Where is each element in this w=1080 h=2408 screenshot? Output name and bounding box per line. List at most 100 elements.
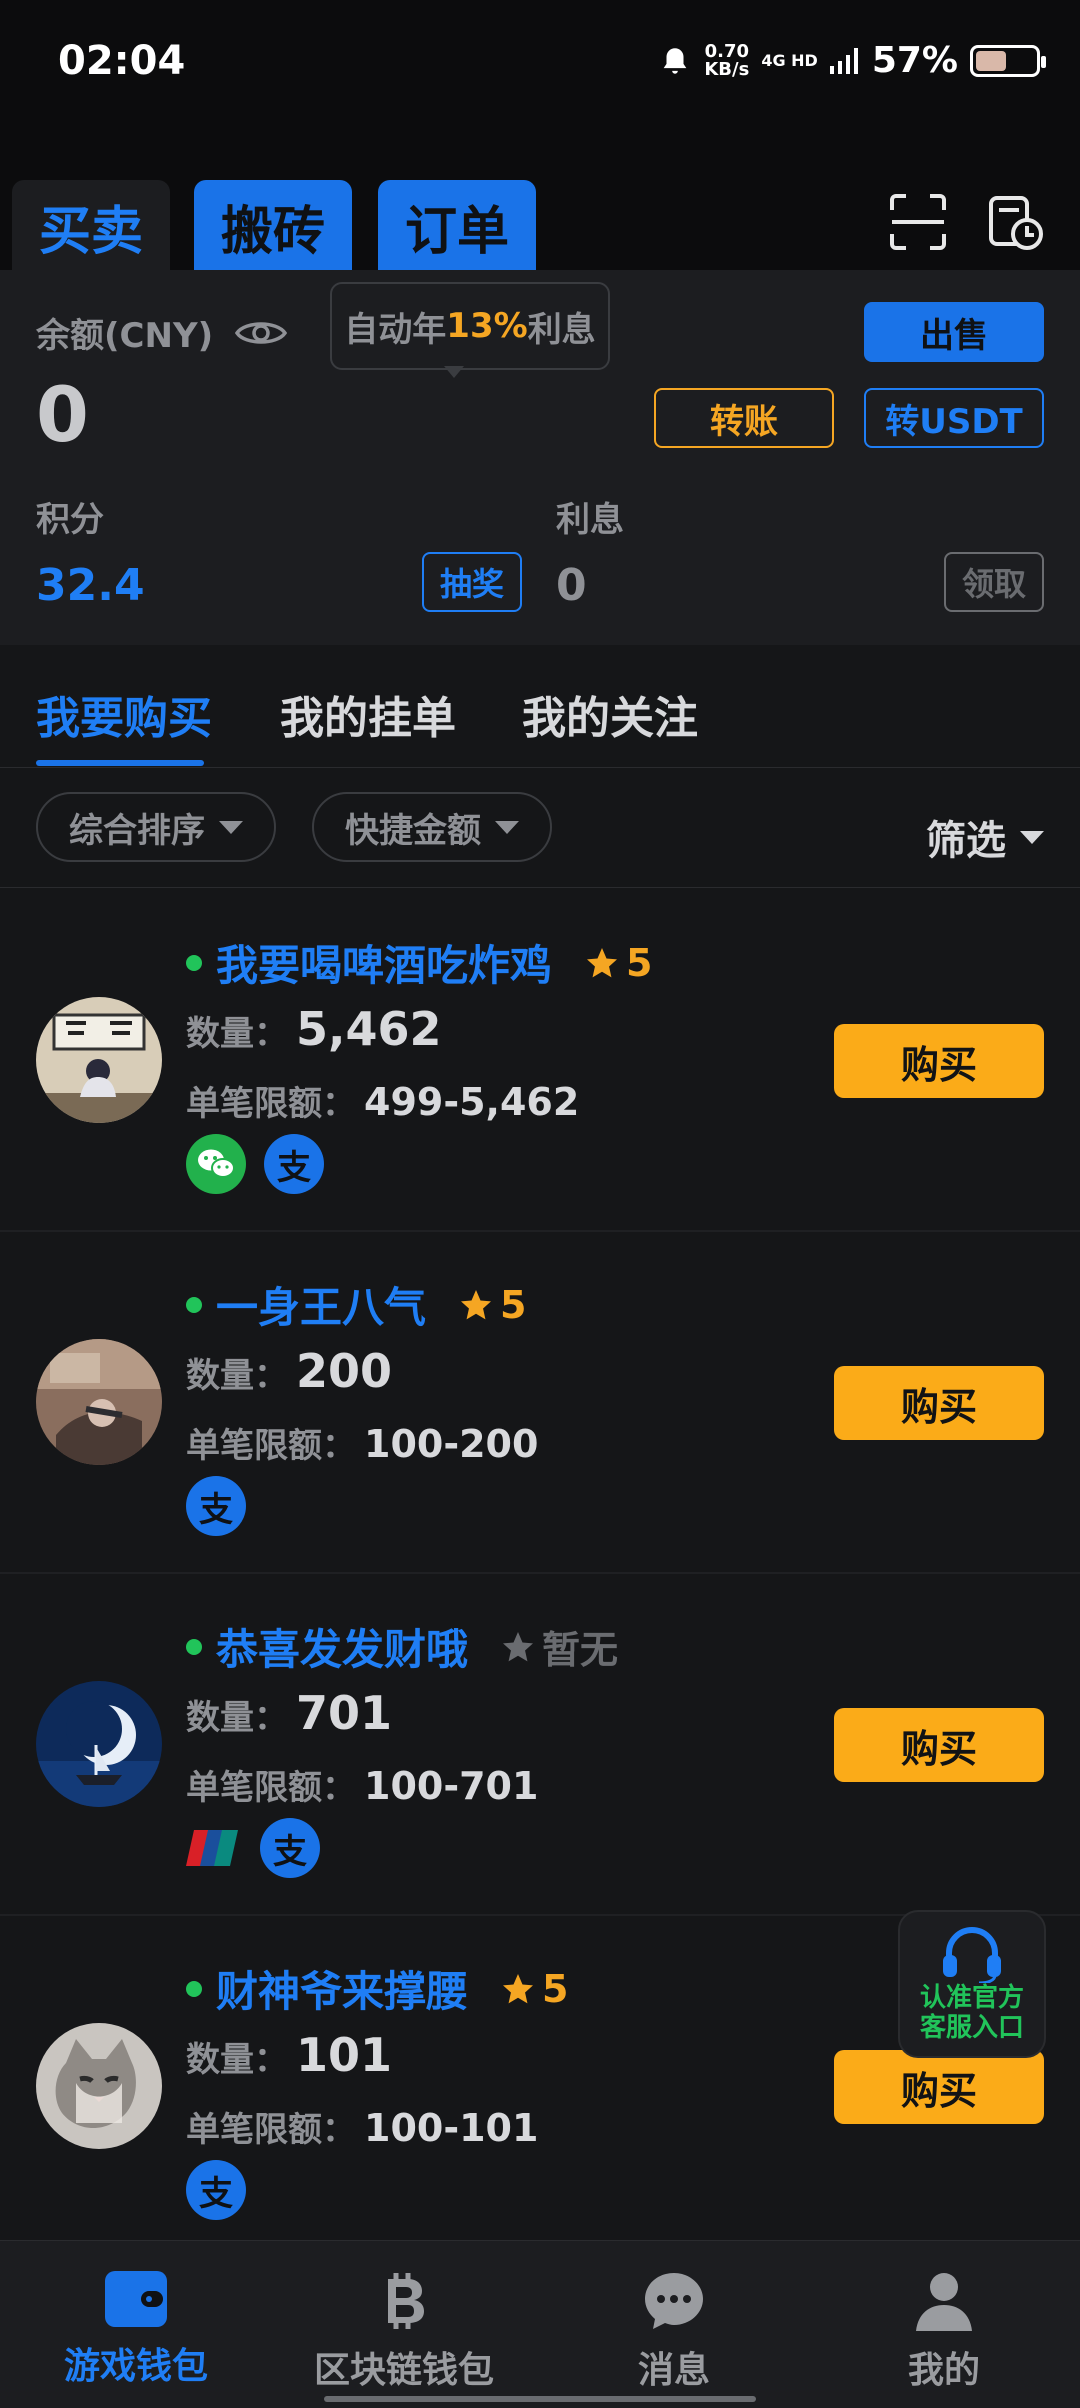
tab-orders[interactable]: 订单	[378, 180, 536, 272]
scan-icon[interactable]	[888, 192, 948, 252]
transfer-button[interactable]: 转账	[654, 388, 834, 448]
battery-fill	[976, 50, 1007, 71]
online-dot	[186, 1980, 202, 1997]
nav-label: 我的	[907, 2350, 980, 2391]
merchant-name[interactable]: 我要喝啤酒吃炸鸡	[216, 932, 552, 993]
nav-profile[interactable]: 我的	[844, 2271, 1044, 2393]
payment-methods: 支	[186, 2160, 246, 2220]
avatar[interactable]	[36, 1681, 162, 1807]
points-label: 积分	[36, 500, 104, 540]
sort-label: 综合排序	[69, 810, 205, 851]
limit-value: 100-701	[364, 1764, 539, 1808]
merchant-info: 一身王八气 5	[186, 1274, 526, 1335]
quantity-label: 数量：	[186, 1698, 288, 1738]
online-dot	[186, 1638, 202, 1655]
filter-bar: 综合排序 快捷金额 筛选	[0, 770, 1080, 888]
interest-label: 利息	[556, 500, 624, 540]
quantity-value: 200	[296, 1344, 393, 1398]
filter-button[interactable]: 筛选	[926, 808, 1044, 866]
interest-tooltip: 自动年 13% 利息	[330, 282, 610, 378]
network-type: 4G HD	[761, 51, 818, 70]
network-speed: 0.70 KB/s	[704, 40, 750, 80]
nav-label: 区块链钱包	[313, 2350, 494, 2391]
battery-percent: 57%	[871, 40, 958, 81]
customer-service-button[interactable]: 认准官方 客服入口	[898, 1910, 1046, 2058]
tab-arbitrage[interactable]: 搬砖	[194, 180, 352, 272]
quick-amount-dropdown[interactable]: 快捷金额	[312, 792, 552, 862]
nav-messages[interactable]: 消息	[574, 2271, 774, 2393]
rating: 5	[584, 941, 652, 985]
speed-value: 0.70	[704, 40, 750, 62]
top-bar: 买卖 搬砖 订单	[0, 120, 1080, 272]
sort-dropdown[interactable]: 综合排序	[36, 792, 276, 862]
sell-button[interactable]: 出售	[864, 302, 1044, 362]
buy-button[interactable]: 购买	[834, 1366, 1044, 1440]
limit-value: 100-200	[364, 1422, 539, 1466]
lottery-button[interactable]: 抽奖	[422, 552, 522, 612]
caret-down-icon	[219, 820, 243, 834]
battery-icon	[970, 44, 1046, 77]
rating-value: 5	[500, 1282, 527, 1327]
avatar[interactable]	[36, 997, 162, 1123]
wechat-pay-icon	[186, 1134, 246, 1194]
filter-label: 筛选	[926, 818, 1006, 864]
merchant-info: 我要喝啤酒吃炸鸡 5	[186, 932, 652, 993]
home-indicator[interactable]	[324, 2396, 756, 2402]
nav-blockchain-wallet[interactable]: 区块链钱包	[304, 2271, 504, 2393]
limit-value: 100-101	[364, 2106, 539, 2150]
rating: 5	[458, 1283, 526, 1327]
limit-value: 499-5,462	[364, 1080, 580, 1124]
bitcoin-icon	[388, 2273, 424, 2329]
tooltip-rate: 13%	[446, 306, 528, 346]
tab-buy[interactable]: 我要购买	[36, 682, 212, 746]
transfer-usdt-button[interactable]: 转USDT	[864, 388, 1044, 448]
online-dot	[186, 1296, 202, 1313]
star-icon	[461, 1289, 492, 1319]
list-item: 一身王八气 5 数量： 200 单笔限额： 100-200 支 购买	[0, 1232, 1080, 1574]
quantity-row: 数量： 5,462	[186, 1002, 442, 1056]
limit-row: 单笔限额： 499-5,462	[186, 1076, 579, 1125]
rating-value: 暂无	[542, 1628, 619, 1672]
limit-label: 单笔限额：	[186, 1426, 356, 1466]
avatar[interactable]	[36, 1339, 162, 1465]
alipay-icon: 支	[186, 1476, 246, 1536]
alarm-icon	[664, 47, 687, 74]
tab-my-listings[interactable]: 我的挂单	[280, 682, 456, 746]
merchant-name[interactable]: 恭喜发发财哦	[216, 1616, 468, 1677]
list-item: 恭喜发发财哦 暂无 数量： 701 单笔限额： 100-701 支 购买	[0, 1574, 1080, 1916]
chat-icon	[645, 2273, 703, 2329]
wallet-icon	[105, 2271, 167, 2327]
alipay-icon: 支	[260, 1818, 320, 1878]
buy-button[interactable]: 购买	[834, 2050, 1044, 2124]
merchant-name[interactable]: 一身王八气	[216, 1274, 426, 1335]
buy-button[interactable]: 购买	[834, 1024, 1044, 1098]
avatar[interactable]	[36, 2023, 162, 2149]
nav-game-wallet[interactable]: 游戏钱包	[36, 2271, 236, 2389]
claim-button[interactable]: 领取	[944, 552, 1044, 612]
tab-trade[interactable]: 买卖	[12, 180, 170, 272]
unionpay-icon	[186, 1828, 242, 1868]
limit-label: 单笔限额：	[186, 1768, 356, 1808]
quantity-row: 数量： 701	[186, 1686, 392, 1740]
points-value: 32.4	[36, 560, 145, 611]
speed-unit: KB/s	[704, 58, 750, 80]
status-time: 02:04	[58, 38, 186, 84]
star-icon	[587, 947, 618, 977]
tooltip-prefix: 自动年	[344, 309, 447, 350]
order-history-icon[interactable]	[985, 192, 1045, 252]
caret-down-icon	[1020, 830, 1044, 844]
rating: 5	[500, 1967, 568, 2011]
status-icons: 0.70 KB/s 4G HD 57%	[658, 40, 1046, 81]
balance-value: 0	[36, 370, 89, 459]
balance-card: 余额(CNY) 自动年 13% 利息 0 出售 转账 转USDT 积分 利息 32.…	[0, 270, 1080, 645]
status-bar: 02:04 0.70 KB/s 4G HD 57%	[0, 0, 1080, 120]
limit-row: 单笔限额： 100-101	[186, 2102, 538, 2151]
eye-icon[interactable]	[235, 317, 288, 349]
service-label: 认准官方 客服入口	[920, 1983, 1024, 2043]
merchant-name[interactable]: 财神爷来撑腰	[216, 1958, 468, 2019]
payment-methods: 支	[186, 1476, 246, 1536]
quantity-label: 数量：	[186, 1014, 288, 1054]
nav-label: 游戏钱包	[63, 2346, 208, 2387]
buy-button[interactable]: 购买	[834, 1708, 1044, 1782]
tab-following[interactable]: 我的关注	[522, 682, 698, 746]
